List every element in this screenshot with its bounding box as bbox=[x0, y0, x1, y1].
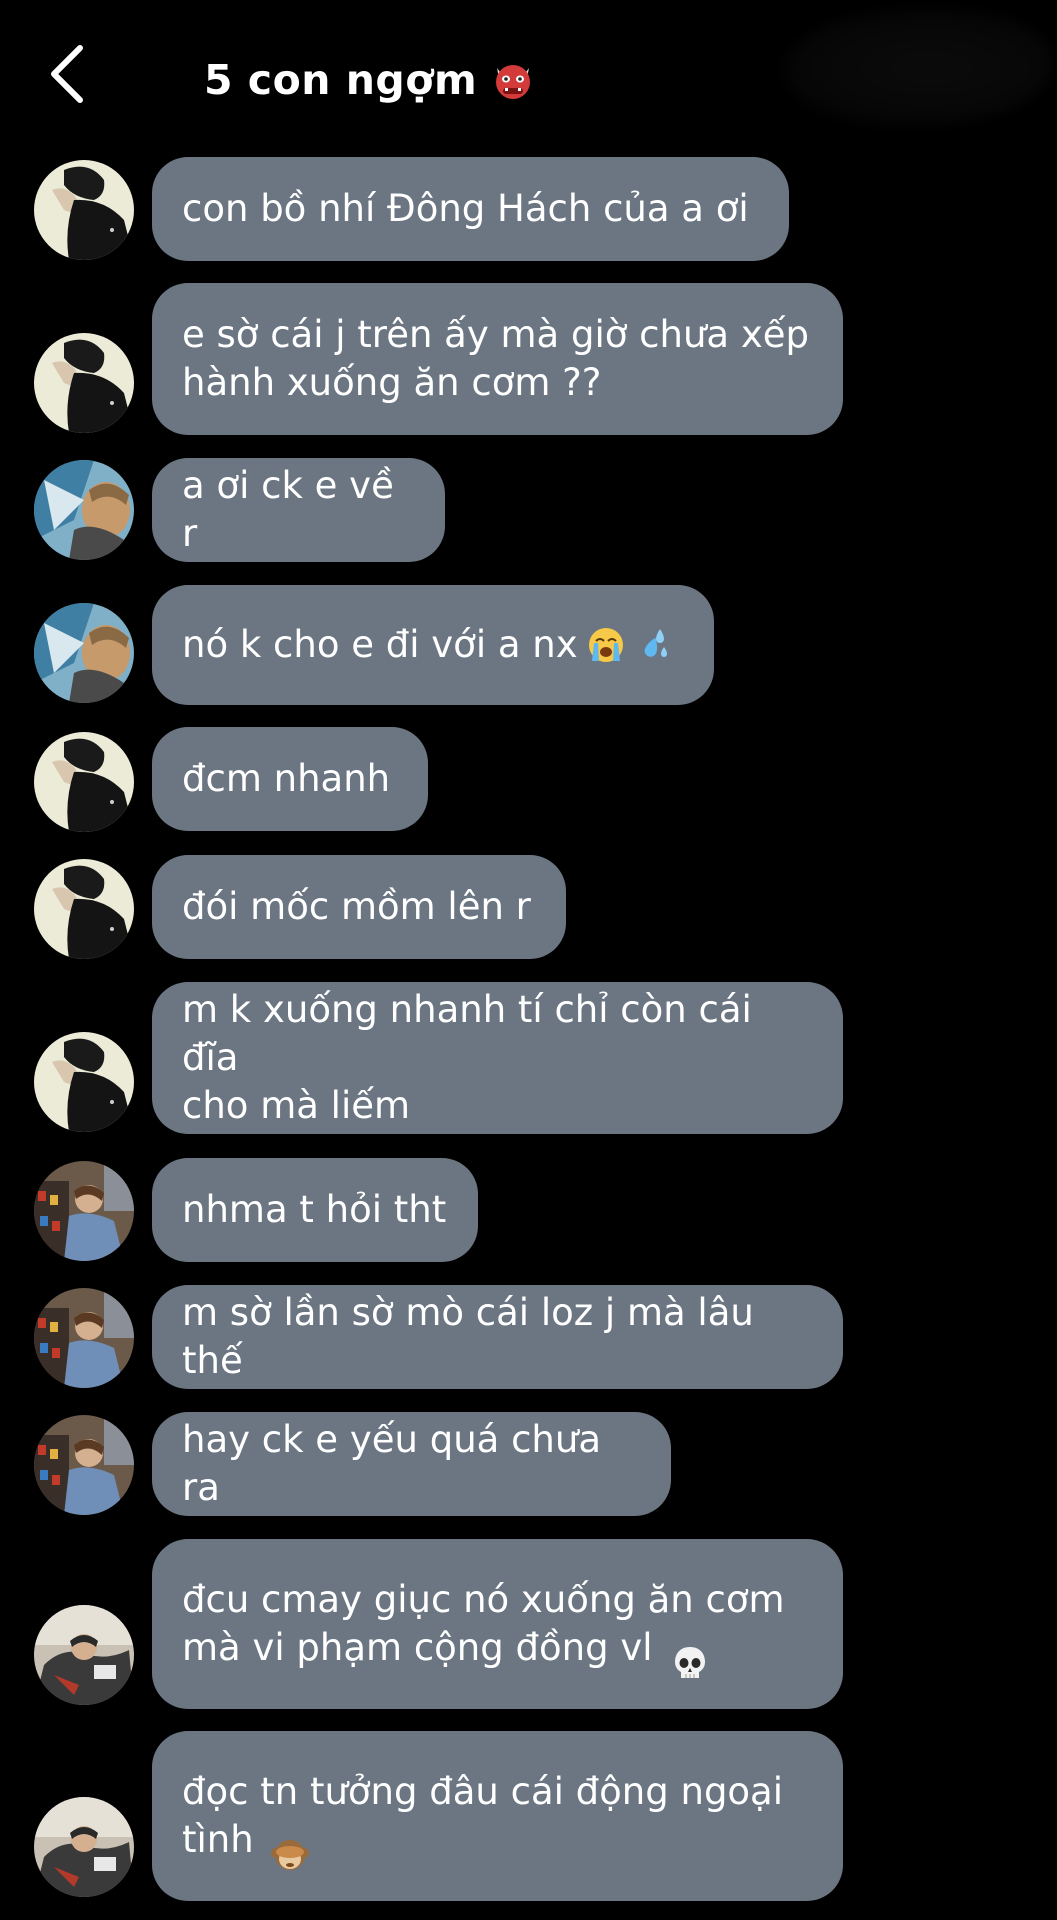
message-bubble[interactable]: đói mốc mồm lên r bbox=[152, 855, 566, 959]
see-no-evil-monkey-emoji-icon bbox=[270, 1835, 310, 1875]
message-text: con bồ nhí Đông Hách của a ơi bbox=[182, 187, 749, 230]
message-bubble[interactable]: đcm nhanh bbox=[152, 727, 428, 831]
message-bubble[interactable]: nó k cho e đi với a nx bbox=[152, 585, 714, 705]
message-text: a ơi ck e về r bbox=[182, 464, 406, 555]
message-bubble[interactable]: đcu cmay giục nó xuống ăn cơm mà vi phạm… bbox=[152, 1539, 843, 1709]
avatar[interactable] bbox=[34, 1797, 134, 1897]
message-text: m sờ lần sờ mò cái loz j mà lâu thế bbox=[182, 1291, 766, 1382]
message-text: hay ck e yếu quá chưa ra bbox=[182, 1418, 613, 1509]
message-bubble[interactable]: nhma t hỏi tht bbox=[152, 1158, 478, 1262]
message-bubble[interactable]: e sờ cái j trên ấy mà giờ chưa xếp hành … bbox=[152, 283, 843, 435]
message-text: nhma t hỏi tht bbox=[182, 1188, 447, 1231]
avatar[interactable] bbox=[34, 460, 134, 560]
avatar[interactable] bbox=[34, 603, 134, 703]
avatar[interactable] bbox=[34, 160, 134, 260]
message-bubble[interactable]: m sờ lần sờ mò cái loz j mà lâu thế bbox=[152, 1285, 843, 1389]
message-list: con bồ nhí Đông Hách của a ơi e sờ cái j… bbox=[0, 0, 1057, 1920]
message-text: m k xuống nhanh tí chỉ còn cái đĩa cho m… bbox=[182, 988, 752, 1127]
message-text: nó k cho e đi với a nx bbox=[182, 623, 578, 666]
message-bubble[interactable]: a ơi ck e về r bbox=[152, 458, 445, 562]
message-text: đói mốc mồm lên r bbox=[182, 885, 531, 928]
message-text: e sờ cái j trên ấy mà giờ chưa xếp hành … bbox=[182, 313, 809, 404]
avatar[interactable] bbox=[34, 732, 134, 832]
skull-emoji-icon bbox=[670, 1643, 710, 1683]
avatar[interactable] bbox=[34, 1415, 134, 1515]
avatar[interactable] bbox=[34, 1288, 134, 1388]
sweat-droplets-emoji-icon bbox=[634, 625, 674, 665]
avatar[interactable] bbox=[34, 1032, 134, 1132]
message-bubble[interactable]: hay ck e yếu quá chưa ra bbox=[152, 1412, 671, 1516]
message-text: đcm nhanh bbox=[182, 757, 391, 800]
avatar[interactable] bbox=[34, 859, 134, 959]
avatar[interactable] bbox=[34, 1605, 134, 1705]
loudly-crying-face-emoji-icon bbox=[586, 625, 626, 665]
message-bubble[interactable]: con bồ nhí Đông Hách của a ơi bbox=[152, 157, 789, 261]
message-bubble[interactable]: m k xuống nhanh tí chỉ còn cái đĩa cho m… bbox=[152, 982, 843, 1134]
avatar[interactable] bbox=[34, 1161, 134, 1261]
avatar[interactable] bbox=[34, 333, 134, 433]
message-bubble[interactable]: đọc tn tưởng đâu cái động ngoại tình bbox=[152, 1731, 843, 1901]
